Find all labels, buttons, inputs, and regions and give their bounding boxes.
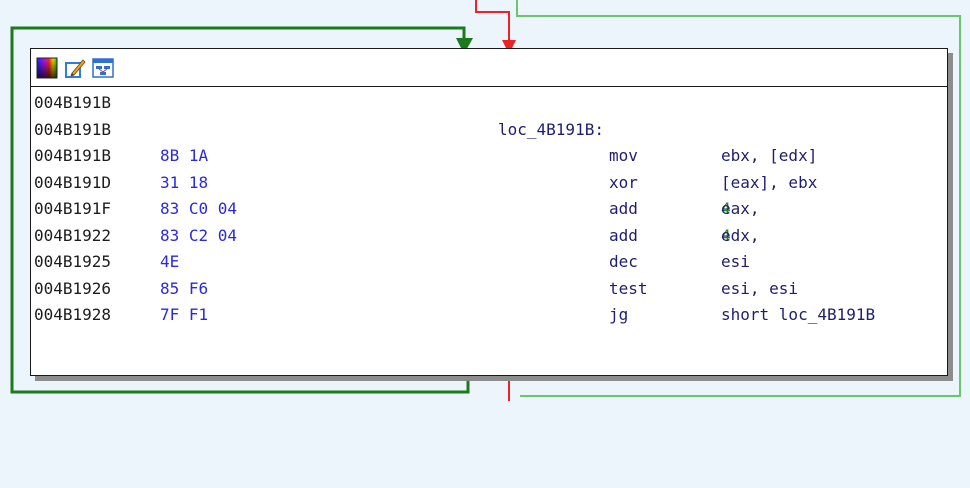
disassembly-listing: 004B191B 004B191B loc_4B191B: 004B191B 8… <box>31 87 947 329</box>
incoming-edge[interactable] <box>475 0 510 42</box>
operand-text: eax, <box>721 199 770 218</box>
disasm-line[interactable]: 004B191D 31 18 xor [eax], ebx <box>31 170 947 197</box>
opcode-bytes: 83 C2 04 <box>160 225 238 245</box>
address[interactable]: 004B1928 <box>34 302 111 329</box>
node-toolbar <box>31 49 947 87</box>
opcode-bytes: 7F F1 <box>160 305 209 324</box>
mnemonic[interactable]: jg <box>609 302 628 329</box>
disasm-line[interactable]: 004B1925 4E dec esi <box>31 249 947 276</box>
graph-layout-icon[interactable] <box>92 57 114 79</box>
operand-text: [eax], ebx <box>721 172 818 192</box>
color-palette-icon[interactable] <box>36 57 58 79</box>
mnemonic[interactable]: test <box>609 276 648 303</box>
disasm-line[interactable]: 004B191B loc_4B191B: <box>31 117 947 144</box>
operand-text: esi <box>721 252 750 271</box>
address[interactable]: 004B1925 <box>34 249 111 276</box>
disasm-line[interactable]: 004B1928 7F F1 jg short loc_4B191B <box>31 302 947 329</box>
disasm-line[interactable]: 004B191F 83 C0 04 add eax, 4 <box>31 196 947 223</box>
edit-node-icon[interactable] <box>64 57 86 79</box>
opcode-bytes: 8B 1A <box>160 146 209 165</box>
opcode-bytes: 83 C0 04 <box>160 199 238 218</box>
code-label[interactable]: loc_4B191B: <box>498 117 604 144</box>
mnemonic[interactable]: xor <box>609 170 638 197</box>
basic-block-node[interactable]: 004B191B 004B191B loc_4B191B: 004B191B 8… <box>30 48 948 376</box>
operand-text: short loc_4B191B <box>721 305 876 324</box>
address[interactable]: 004B191F <box>34 196 111 223</box>
address[interactable]: 004B191D <box>34 170 111 197</box>
operand-text: esi, esi <box>721 278 799 298</box>
mnemonic[interactable]: add <box>609 223 638 250</box>
opcode-bytes: 4E <box>160 252 180 271</box>
mnemonic[interactable]: dec <box>609 249 638 276</box>
address[interactable]: 004B191B <box>34 143 111 170</box>
operands[interactable]: eax, 4 <box>721 196 760 223</box>
address[interactable]: 004B191B <box>34 90 111 117</box>
disasm-line[interactable]: 004B1926 85 F6 test esi, esi <box>31 276 947 303</box>
operand-text: edx, <box>721 225 770 245</box>
address[interactable]: 004B1926 <box>34 276 111 303</box>
operands[interactable]: edx, 4 <box>721 223 760 250</box>
mnemonic[interactable]: add <box>609 196 638 223</box>
disasm-line[interactable]: 004B1922 83 C2 04 add edx, 4 <box>31 223 947 250</box>
address[interactable]: 004B1922 <box>34 223 111 250</box>
opcode-bytes: 85 F6 <box>160 278 209 298</box>
disasm-line[interactable]: 004B191B <box>31 90 947 117</box>
opcode-bytes: 31 18 <box>160 172 209 192</box>
address[interactable]: 004B191B <box>34 117 111 144</box>
mnemonic[interactable]: mov <box>609 143 638 170</box>
operand-text: ebx, [edx] <box>721 146 818 165</box>
disasm-line[interactable]: 004B191B 8B 1A mov ebx, [edx] <box>31 143 947 170</box>
